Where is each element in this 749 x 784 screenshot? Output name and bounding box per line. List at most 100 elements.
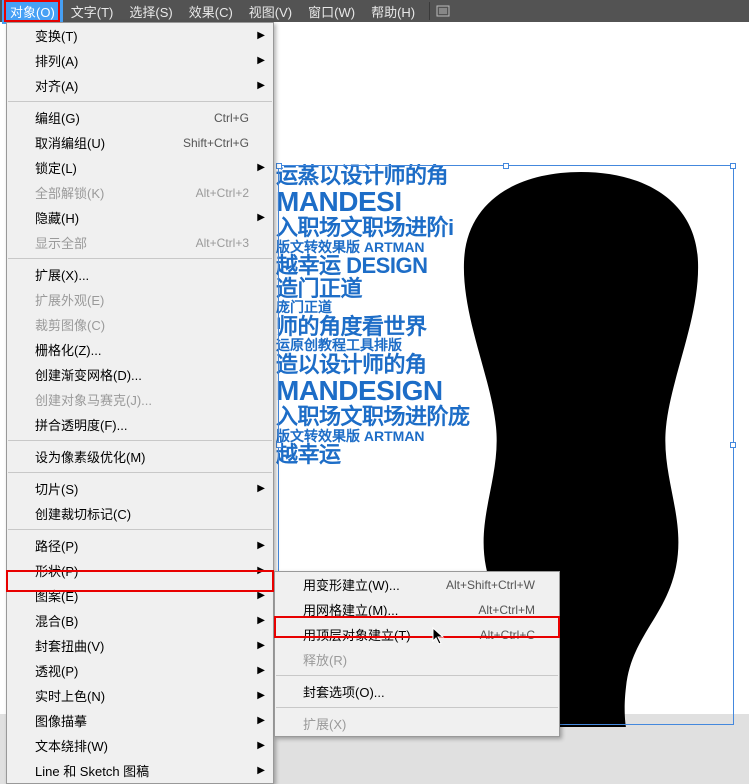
menu-item: 扩展外观(E): [7, 287, 273, 312]
submenu-arrow-icon: ▶: [257, 690, 265, 701]
menu-item-label: 创建对象马赛克(J)...: [35, 390, 152, 409]
submenu-arrow-icon: ▶: [257, 765, 265, 776]
menu-separator: [276, 675, 558, 676]
menu-item-label: 实时上色(N): [35, 686, 105, 705]
submenu-arrow-icon: ▶: [257, 665, 265, 676]
menu-view[interactable]: 视图(V): [241, 0, 300, 24]
menu-help[interactable]: 帮助(H): [363, 0, 423, 24]
menu-item-label: 路径(P): [35, 536, 78, 555]
menu-item[interactable]: 拼合透明度(F)...: [7, 412, 273, 437]
menu-effect[interactable]: 效果(C): [181, 0, 241, 24]
envelope-distort-submenu: 用变形建立(W)... Alt+Shift+Ctrl+W 用网格建立(M)... Al…: [274, 571, 560, 737]
submenu-arrow-icon: ▶: [257, 55, 265, 66]
menu-item[interactable]: 混合(B) ▶: [7, 608, 273, 633]
submenu-item-shortcut: Alt+Ctrl+C: [480, 628, 535, 642]
menu-item[interactable]: 文本绕排(W) ▶: [7, 733, 273, 758]
menu-separator: [8, 472, 272, 473]
submenu-arrow-icon: ▶: [257, 590, 265, 601]
menu-window[interactable]: 窗口(W): [300, 0, 363, 24]
menu-item-label: 拼合透明度(F)...: [35, 415, 127, 434]
menu-item[interactable]: 变换(T) ▶: [7, 23, 273, 48]
submenu-item-shortcut: Alt+Ctrl+M: [478, 603, 535, 617]
menu-item-label: 混合(B): [35, 611, 78, 630]
menu-item-label: 隐藏(H): [35, 208, 79, 227]
submenu-item[interactable]: 用变形建立(W)... Alt+Shift+Ctrl+W: [275, 572, 559, 597]
menu-item[interactable]: 排列(A) ▶: [7, 48, 273, 73]
menu-item[interactable]: Line 和 Sketch 图稿 ▶: [7, 758, 273, 783]
menubar-separator: [429, 2, 430, 20]
menu-separator: [8, 529, 272, 530]
menu-item-label: 锁定(L): [35, 158, 77, 177]
menu-item-shortcut: Alt+Ctrl+3: [196, 236, 249, 250]
menu-item[interactable]: 图像描摹▶: [7, 708, 273, 733]
menu-item-label: Line 和 Sketch 图稿: [35, 761, 149, 780]
menu-item-label: 文本绕排(W): [35, 736, 108, 755]
menubar: 对象(O) 文字(T) 选择(S) 效果(C) 视图(V) 窗口(W) 帮助(H…: [0, 0, 749, 22]
menu-item-label: 创建渐变网格(D)...: [35, 365, 142, 384]
menu-item[interactable]: 编组(G)Ctrl+G: [7, 105, 273, 130]
menu-separator: [8, 440, 272, 441]
submenu-item-shortcut: Alt+Shift+Ctrl+W: [446, 578, 535, 592]
menu-item[interactable]: 封套扭曲(V)▶: [7, 633, 273, 658]
menu-item[interactable]: 形状(P)▶: [7, 558, 273, 583]
submenu-arrow-icon: ▶: [257, 540, 265, 551]
menu-separator: [8, 258, 272, 259]
menu-item-label: 创建裁切标记(C): [35, 504, 131, 523]
search-icon[interactable]: [436, 4, 454, 18]
menu-item[interactable]: 创建裁切标记(C): [7, 501, 273, 526]
submenu-arrow-icon: ▶: [257, 615, 265, 626]
menu-item-label: 形状(P): [35, 561, 78, 580]
submenu-arrow-icon: ▶: [257, 162, 265, 173]
submenu-arrow-icon: ▶: [257, 483, 265, 494]
menu-item[interactable]: 透视(P) ▶: [7, 658, 273, 683]
menu-item-label: 图案(E): [35, 586, 78, 605]
submenu-item[interactable]: 用顶层对象建立(T) Alt+Ctrl+C: [275, 622, 559, 647]
menu-item[interactable]: 锁定(L) ▶: [7, 155, 273, 180]
menu-item-label: 裁剪图像(C): [35, 315, 105, 334]
menu-item[interactable]: 隐藏(H) ▶: [7, 205, 273, 230]
menu-item: 显示全部Alt+Ctrl+3: [7, 230, 273, 255]
menu-object[interactable]: 对象(O): [2, 0, 63, 24]
submenu-item[interactable]: 用网格建立(M)... Alt+Ctrl+M: [275, 597, 559, 622]
menu-item-label: 变换(T): [35, 26, 78, 45]
menu-item[interactable]: 扩展(X)...: [7, 262, 273, 287]
menu-separator: [8, 101, 272, 102]
menu-item[interactable]: 栅格化(Z)...: [7, 337, 273, 362]
menu-item[interactable]: 设为像素级优化(M): [7, 444, 273, 469]
submenu-arrow-icon: ▶: [257, 740, 265, 751]
menu-item[interactable]: 路径(P) ▶: [7, 533, 273, 558]
submenu-item-label: 扩展(X): [303, 714, 346, 733]
menu-item[interactable]: 取消编组(U) Shift+Ctrl+G: [7, 130, 273, 155]
menu-select[interactable]: 选择(S): [121, 0, 180, 24]
submenu-item-label: 用网格建立(M)...: [303, 600, 398, 619]
menu-item[interactable]: 实时上色(N) ▶: [7, 683, 273, 708]
submenu-arrow-icon: ▶: [257, 30, 265, 41]
menu-item-shortcut: Shift+Ctrl+G: [183, 136, 249, 150]
submenu-item-label: 用变形建立(W)...: [303, 575, 400, 594]
menu-item-label: 切片(S): [35, 479, 78, 498]
menu-item-label: 透视(P): [35, 661, 78, 680]
submenu-arrow-icon: ▶: [257, 715, 265, 726]
submenu-item: 扩展(X): [275, 711, 559, 736]
menu-type[interactable]: 文字(T): [63, 0, 122, 24]
menu-item: 裁剪图像(C): [7, 312, 273, 337]
menu-item-label: 对齐(A): [35, 76, 78, 95]
object-menu: 变换(T) ▶ 排列(A) ▶ 对齐(A) ▶ 编组(G)Ctrl+G 取消编组(U) Shif…: [6, 22, 274, 784]
submenu-item-label: 用顶层对象建立(T): [303, 625, 411, 644]
menu-item-shortcut: Alt+Ctrl+2: [196, 186, 249, 200]
menu-item: 全部解锁(K) Alt+Ctrl+2: [7, 180, 273, 205]
menu-item[interactable]: 图案(E) ▶: [7, 583, 273, 608]
submenu-arrow-icon: ▶: [257, 80, 265, 91]
menu-item[interactable]: 切片(S) ▶: [7, 476, 273, 501]
menu-item: 创建对象马赛克(J)...: [7, 387, 273, 412]
menu-item[interactable]: 对齐(A) ▶: [7, 73, 273, 98]
menu-item-label: 排列(A): [35, 51, 78, 70]
menu-item-label: 编组(G): [35, 108, 80, 127]
menu-item-label: 取消编组(U): [35, 133, 105, 152]
menu-item-label: 全部解锁(K): [35, 183, 104, 202]
menu-item[interactable]: 创建渐变网格(D)...: [7, 362, 273, 387]
submenu-item[interactable]: 封套选项(O)...: [275, 679, 559, 704]
menu-item-label: 扩展(X)...: [35, 265, 89, 284]
submenu-arrow-icon: ▶: [257, 212, 265, 223]
menu-item-label: 扩展外观(E): [35, 290, 104, 309]
